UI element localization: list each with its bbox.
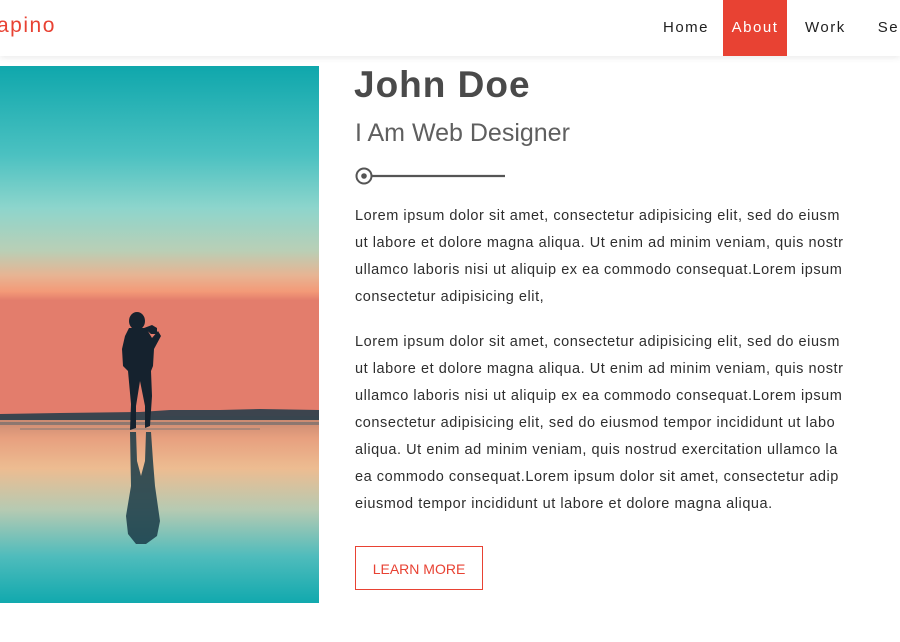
site-logo[interactable]: apino (0, 14, 56, 38)
about-name: John Doe (354, 64, 531, 105)
paragraph-line: consectetur adipisicing elit, sed do eiu… (355, 415, 836, 431)
paragraph-line: eiusmod tempor incididunt ut labore et d… (355, 496, 773, 512)
paragraph-line: consectetur adipisicing elit, (355, 289, 545, 305)
paragraph-line: ea commodo consequat.Lorem ipsum dolor s… (355, 469, 839, 485)
nav-item-about[interactable]: About (723, 0, 788, 56)
nav-item-work[interactable]: Work (787, 0, 864, 56)
paragraph-line: Lorem ipsum dolor sit amet, consectetur … (355, 208, 840, 224)
about-paragraph-1: Lorem ipsum dolor sit amet, consectetur … (355, 203, 900, 311)
main-nav: Home About Work Ser (649, 0, 900, 56)
about-photo (0, 66, 319, 603)
nav-item-home[interactable]: Home (649, 0, 723, 56)
paragraph-line: aliqua. Ut enim ad minim veniam, quis no… (355, 442, 838, 458)
nav-item-services[interactable]: Ser (864, 0, 900, 56)
about-paragraph-2: Lorem ipsum dolor sit amet, consectetur … (355, 329, 900, 518)
about-role: I Am Web Designer (355, 119, 570, 147)
paragraph-line: Lorem ipsum dolor sit amet, consectetur … (355, 334, 840, 350)
page: apino Home About Work Ser (0, 0, 900, 642)
divider-icon (355, 167, 505, 185)
site-header: apino Home About Work Ser (0, 0, 900, 56)
paragraph-line: ullamco laboris nisi ut aliquip ex ea co… (355, 388, 843, 404)
learn-more-button[interactable]: LEARN MORE (355, 546, 483, 590)
paragraph-line: ut labore et dolore magna aliqua. Ut eni… (355, 361, 844, 377)
paragraph-line: ullamco laboris nisi ut aliquip ex ea co… (355, 262, 843, 278)
paragraph-line: ut labore et dolore magna aliqua. Ut eni… (355, 235, 844, 251)
